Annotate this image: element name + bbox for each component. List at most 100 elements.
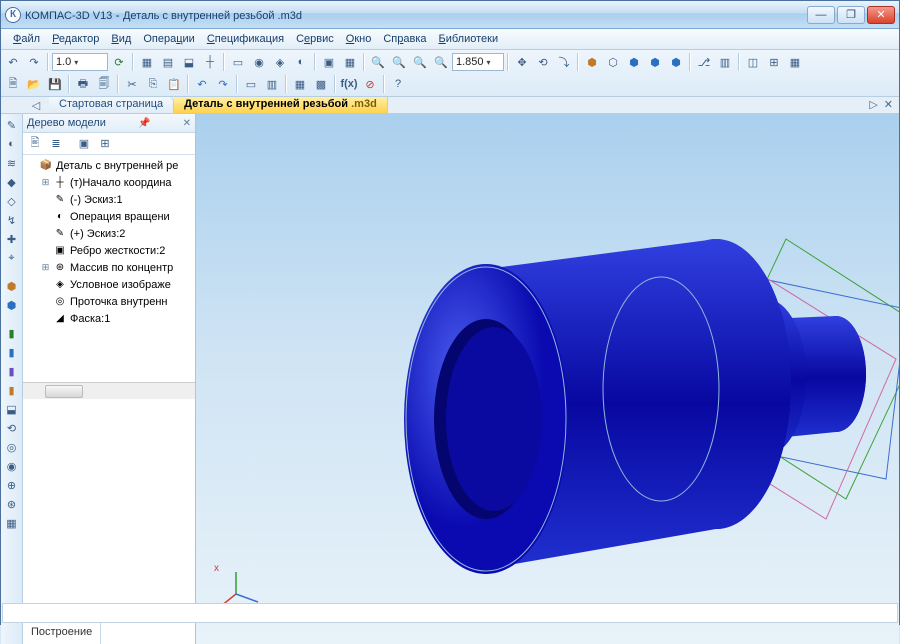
menu-spec[interactable]: Спецификация: [201, 31, 290, 47]
undo-icon[interactable]: ↶: [192, 74, 212, 94]
tb2-b[interactable]: ▥: [262, 74, 282, 94]
panel-foot-tab[interactable]: Построение: [23, 623, 101, 644]
tree-node[interactable]: 📦Деталь с внутренней ре: [23, 157, 195, 174]
ls-j[interactable]: ▮: [3, 324, 21, 342]
menu-operations[interactable]: Операции: [137, 31, 200, 47]
fx-icon[interactable]: f(x): [339, 74, 359, 94]
ls-b[interactable]: ≋: [3, 154, 21, 172]
tb-d[interactable]: ◐: [291, 52, 311, 72]
tree-node[interactable]: ⊞⊛Массив по концентр: [23, 259, 195, 276]
panel-pin-icon[interactable]: 📌: [138, 118, 150, 129]
tree-node[interactable]: ⊞┼(т)Начало координа: [23, 174, 195, 191]
scale-combo[interactable]: 1.0▾: [52, 53, 108, 71]
tree-node[interactable]: ◎Проточка внутренн: [23, 293, 195, 310]
tb2-c[interactable]: ▦: [290, 74, 310, 94]
layers-icon[interactable]: ▤: [158, 52, 178, 72]
tab-start-page[interactable]: Стартовая страница: [49, 97, 174, 113]
copy-icon[interactable]: ⎘: [143, 74, 163, 94]
zoom-fit-icon[interactable]: 🔍: [431, 52, 451, 72]
zoom-combo[interactable]: 1.850▾: [452, 53, 504, 71]
tb-j[interactable]: ⊞: [764, 52, 784, 72]
tb-b[interactable]: ◉: [249, 52, 269, 72]
tree-node[interactable]: ◈Условное изображе: [23, 276, 195, 293]
view-wire-icon[interactable]: ⬡: [603, 52, 623, 72]
pt-a[interactable]: 🖹: [25, 134, 45, 154]
tab-close-icon[interactable]: ✕: [884, 98, 893, 112]
orbit-icon[interactable]: ⤵: [554, 52, 574, 72]
tb-h[interactable]: ▥: [715, 52, 735, 72]
ls-e[interactable]: ↯: [3, 211, 21, 229]
pan-icon[interactable]: ✥: [512, 52, 532, 72]
ls-n[interactable]: ⬓: [3, 400, 21, 418]
ls-q[interactable]: ◉: [3, 457, 21, 475]
tree-node[interactable]: ◐Операция вращени: [23, 208, 195, 225]
tree-node[interactable]: ✎(+) Эскиз:2: [23, 225, 195, 242]
tab-nav-right-icon[interactable]: ▷: [869, 98, 877, 112]
ls-h[interactable]: ⬢: [3, 277, 21, 295]
ls-r[interactable]: ⊕: [3, 476, 21, 494]
ls-g[interactable]: ⌖: [3, 249, 21, 267]
zoom-in-icon[interactable]: 🔍: [389, 52, 409, 72]
ls-f[interactable]: ✚: [3, 230, 21, 248]
menu-service[interactable]: Сервис: [290, 31, 340, 47]
ls-o[interactable]: ⟲: [3, 419, 21, 437]
tab-document[interactable]: Деталь с внутренней резьбой .m3d: [174, 97, 388, 113]
pt-b[interactable]: ≣: [46, 134, 66, 154]
ls-sketch-icon[interactable]: ✎: [3, 116, 21, 134]
tb-c[interactable]: ◈: [270, 52, 290, 72]
open-icon[interactable]: 📂: [24, 74, 44, 94]
new-doc-icon[interactable]: 🗎: [3, 74, 23, 94]
ls-l[interactable]: ▮: [3, 362, 21, 380]
tree-hscroll[interactable]: [23, 382, 195, 399]
ls-d[interactable]: ◇: [3, 192, 21, 210]
zoom-window-icon[interactable]: 🔍: [368, 52, 388, 72]
tb-e[interactable]: ▣: [319, 52, 339, 72]
view-iso-icon[interactable]: ⬢: [582, 52, 602, 72]
cut-icon[interactable]: ✂: [122, 74, 142, 94]
panel-close-icon[interactable]: ✕: [183, 118, 191, 129]
tb-k[interactable]: ▦: [785, 52, 805, 72]
tb-i[interactable]: ◫: [743, 52, 763, 72]
nav-back-button[interactable]: ↶: [3, 52, 23, 72]
maximize-button[interactable]: ❐: [837, 6, 865, 24]
redo-icon[interactable]: ↷: [213, 74, 233, 94]
tab-nav-left-icon[interactable]: ◁: [23, 97, 49, 113]
refresh-icon[interactable]: ⟳: [109, 52, 129, 72]
close-button[interactable]: ✕: [867, 6, 895, 24]
ls-k[interactable]: ▮: [3, 343, 21, 361]
axes-icon[interactable]: ┼: [200, 52, 220, 72]
view-hidden-icon[interactable]: ⬢: [624, 52, 644, 72]
ls-m[interactable]: ▮: [3, 381, 21, 399]
tb2-d[interactable]: ▩: [311, 74, 331, 94]
menu-edit[interactable]: Редактор: [46, 31, 105, 47]
view-shade2-icon[interactable]: ⬢: [666, 52, 686, 72]
stop-icon[interactable]: ⊘: [360, 74, 380, 94]
ls-t[interactable]: ▦: [3, 514, 21, 532]
grid-icon[interactable]: ▦: [137, 52, 157, 72]
ls-c[interactable]: ◆: [3, 173, 21, 191]
menu-file[interactable]: Файл: [7, 31, 46, 47]
tb-f[interactable]: ▦: [340, 52, 360, 72]
minimize-button[interactable]: —: [807, 6, 835, 24]
tb-a[interactable]: ▭: [228, 52, 248, 72]
menu-libraries[interactable]: Библиотеки: [433, 31, 505, 47]
rotate-icon[interactable]: ⟲: [533, 52, 553, 72]
pt-c[interactable]: ▣: [74, 134, 94, 154]
tree-node[interactable]: ✎(-) Эскиз:1: [23, 191, 195, 208]
paste-icon[interactable]: 📋: [164, 74, 184, 94]
menu-window[interactable]: Окно: [340, 31, 378, 47]
orient-icon[interactable]: ⬓: [179, 52, 199, 72]
menu-help[interactable]: Справка: [377, 31, 432, 47]
view-shade-icon[interactable]: ⬢: [645, 52, 665, 72]
save-icon[interactable]: 💾: [45, 74, 65, 94]
3d-viewport[interactable]: x z: [196, 114, 899, 644]
ls-i[interactable]: ⬢: [3, 296, 21, 314]
preview-icon[interactable]: 🗐: [94, 74, 114, 94]
tree-node[interactable]: ▣Ребро жесткости:2: [23, 242, 195, 259]
model-tree[interactable]: 📦Деталь с внутренней ре⊞┼(т)Начало коорд…: [23, 155, 195, 382]
ls-p[interactable]: ◎: [3, 438, 21, 456]
menu-view[interactable]: Вид: [105, 31, 137, 47]
tb2-a[interactable]: ▭: [241, 74, 261, 94]
tb-g[interactable]: ⎇: [694, 52, 714, 72]
tree-node[interactable]: ◢Фаска:1: [23, 310, 195, 327]
